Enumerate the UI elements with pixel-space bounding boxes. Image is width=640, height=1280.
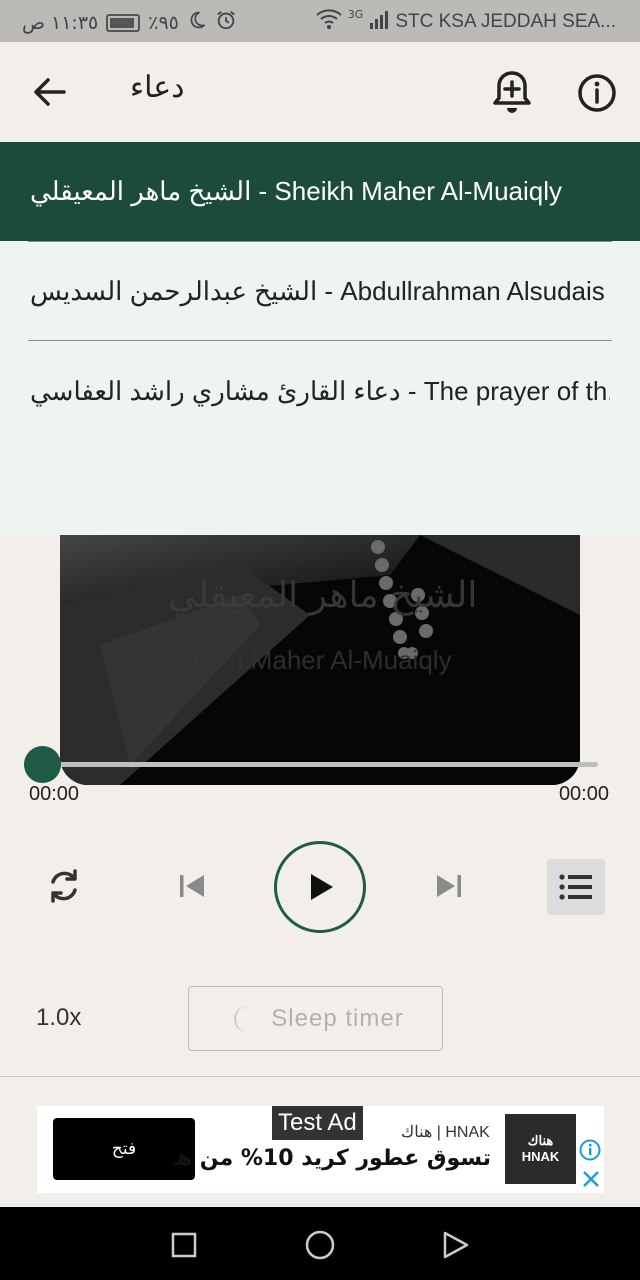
total-duration: 00:00: [558, 783, 609, 805]
reciter-list: الشيخ ماهر المعيقلي - Sheikh Maher Al-Mu…: [0, 142, 640, 535]
info-button[interactable]: [574, 70, 620, 116]
ad-open-button[interactable]: فتح: [53, 1118, 195, 1180]
list-item-reciter[interactable]: دعاء القارئ مشاري راشد العفاسي - The pra…: [0, 342, 640, 441]
moon-icon: [187, 10, 207, 35]
system-nav-bar: [0, 1207, 640, 1280]
home-button[interactable]: [300, 1225, 340, 1265]
arrow-left-icon: [34, 78, 66, 106]
back-nav-button[interactable]: [436, 1225, 476, 1265]
artwork-title-en: Sheikh Maher Al-Muaiqly: [164, 645, 452, 675]
playback-speed[interactable]: 1.0x: [36, 1004, 81, 1032]
repeat-button[interactable]: [40, 862, 88, 910]
wifi-icon: [316, 9, 342, 34]
battery-percent: ٪٩٥: [148, 11, 179, 34]
ad-banner[interactable]: فتح Test Ad هناك | HNAK تسوق عطور كريد 1…: [37, 1106, 604, 1193]
moon-icon: [234, 1005, 248, 1032]
reciter-label: الشيخ ماهر المعيقلي - Sheikh Maher Al-Mu…: [30, 176, 563, 206]
bell-plus-icon: [493, 71, 531, 113]
previous-track-button[interactable]: [170, 864, 214, 908]
alarm-icon: [215, 9, 237, 36]
skip-previous-icon: [180, 875, 204, 897]
ad-info-icon[interactable]: [579, 1139, 601, 1161]
divider: [28, 241, 612, 242]
add-reminder-button[interactable]: [490, 68, 534, 116]
ad-brand: هناك | HNAK: [401, 1124, 490, 1141]
list-icon: [559, 874, 592, 900]
reciter-label: دعاء القارئ مشاري راشد العفاسي - The pra…: [30, 376, 610, 406]
skip-next-icon: [437, 875, 461, 897]
list-item-reciter[interactable]: الشيخ ماهر المعيقلي - Sheikh Maher Al-Mu…: [0, 142, 640, 241]
square-icon: [171, 1232, 197, 1258]
play-button[interactable]: [274, 841, 366, 933]
divider: [0, 1076, 640, 1077]
seek-thumb[interactable]: [24, 746, 61, 783]
test-ad-badge: Test Ad: [272, 1106, 363, 1140]
next-track-button[interactable]: [427, 864, 471, 908]
battery-icon: [106, 13, 141, 32]
status-bar: ٪٩٥ ١١:٣٥ ص 3G STC KSA JEDDAH SEA...: [0, 0, 640, 42]
list-item-reciter[interactable]: الشيخ عبدالرحمن السديس - Abdullrahman Al…: [0, 242, 640, 341]
playlist-button[interactable]: [547, 859, 605, 915]
status-time: ١١:٣٥ ص: [22, 11, 99, 34]
status-bar-left: ٪٩٥ ١١:٣٥ ص: [22, 9, 237, 36]
back-button[interactable]: [28, 70, 72, 114]
app-toolbar: دعاء: [0, 42, 640, 142]
album-artwork: الشيخ ماهر المعيقلي Sheikh Maher Al-Muai…: [60, 535, 580, 785]
sleep-timer-label: Sleep timer: [271, 1004, 404, 1032]
play-icon: [311, 874, 333, 900]
ad-logo-ar: هناك: [527, 1133, 554, 1148]
recents-button[interactable]: [164, 1225, 204, 1265]
ad-logo-en: HNAK: [521, 1149, 560, 1164]
status-bar-right: 3G STC KSA JEDDAH SEA...: [316, 8, 616, 34]
ad-logo: هناك HNAK: [505, 1114, 576, 1184]
carrier-name: STC KSA JEDDAH SEA...: [395, 10, 616, 32]
reciter-label: الشيخ عبدالرحمن السديس - Abdullrahman Al…: [30, 276, 605, 306]
signal-icon: [369, 9, 389, 34]
info-icon: [578, 74, 616, 112]
network-type: 3G: [347, 8, 364, 21]
artwork-title-ar: الشيخ ماهر المعيقلي: [168, 575, 478, 616]
seek-bar[interactable]: [42, 762, 598, 767]
divider: [28, 340, 612, 341]
ad-headline: تسوق عطور كريد 10% من هناك: [175, 1146, 491, 1171]
ad-close-icon[interactable]: [580, 1168, 602, 1190]
repeat-icon: [51, 869, 77, 903]
circle-icon: [305, 1230, 335, 1260]
page-title: دعاء: [130, 70, 185, 105]
elapsed-time: 00:00: [29, 783, 80, 805]
sleep-timer-button[interactable]: Sleep timer: [188, 986, 443, 1051]
triangle-back-icon: [443, 1231, 469, 1259]
